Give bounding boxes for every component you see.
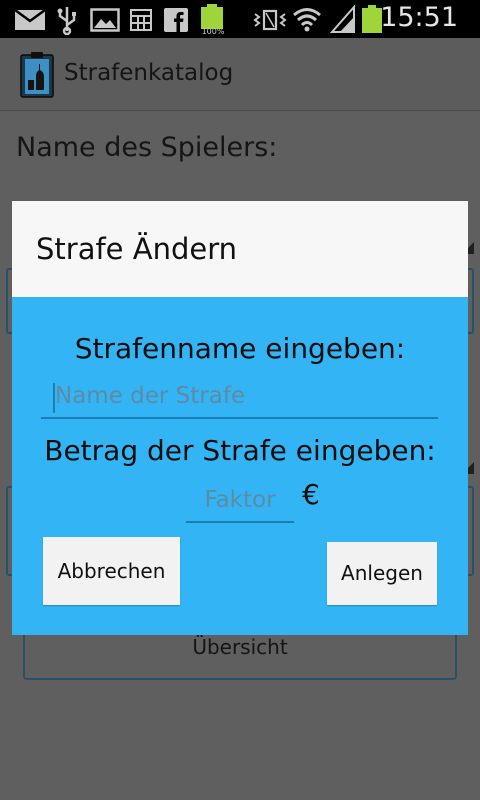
email-icon [14, 9, 46, 30]
factor-placeholder: Faktor [204, 487, 276, 513]
clock: 15:51 [380, 2, 458, 33]
facebook-icon [164, 8, 188, 32]
edit-penalty-dialog: Strafe Ändern Strafenname eingeben: Name… [12, 201, 468, 635]
status-bar: 100% 15:51 [0, 0, 480, 38]
usb-icon [57, 7, 76, 35]
battery-icon [362, 5, 382, 33]
penalty-name-label: Strafenname eingeben: [74, 332, 406, 365]
dialog-title: Strafe Ändern [36, 232, 238, 266]
calendar-icon [130, 9, 152, 31]
cancel-button[interactable]: Abbrechen [43, 537, 180, 605]
currency-symbol: € [302, 478, 320, 511]
penalty-amount-label: Betrag der Strafe eingeben: [44, 434, 436, 467]
player-name-label: Name des Spielers: [16, 132, 278, 163]
create-button[interactable]: Anlegen [327, 542, 437, 605]
dialog-header: Strafe Ändern [12, 201, 468, 297]
wifi-icon [293, 8, 321, 32]
signal-icon [330, 5, 355, 33]
clipboard-bottle-icon[interactable] [20, 52, 54, 98]
app-title: Strafenkatalog [64, 60, 234, 86]
action-bar: Strafenkatalog [0, 38, 480, 111]
gallery-icon [90, 8, 120, 32]
penalty-name-placeholder: Name der Strafe [55, 383, 246, 409]
vibrate-icon [253, 9, 287, 31]
battery-full-icon: 100% [199, 4, 225, 38]
penalty-name-input[interactable]: Name der Strafe [41, 375, 438, 419]
dialog-body: Strafenname eingeben: Name der Strafe Be… [12, 297, 468, 635]
factor-input[interactable]: Faktor [186, 479, 294, 523]
